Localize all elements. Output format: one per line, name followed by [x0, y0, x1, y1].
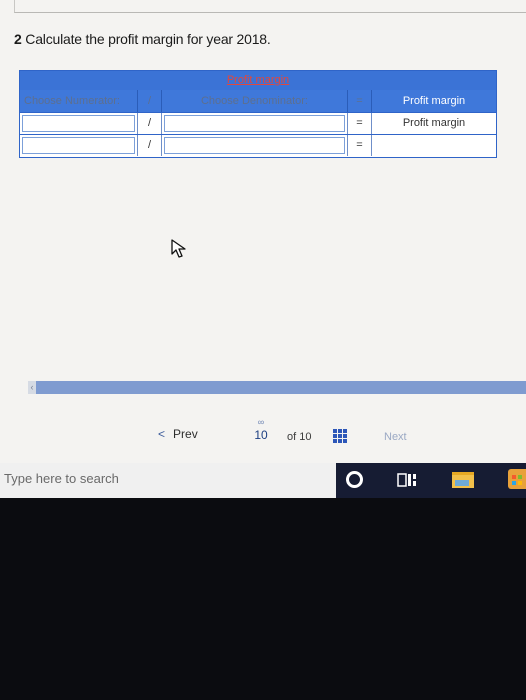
top-frame — [14, 0, 526, 13]
numerator-input[interactable] — [22, 115, 135, 132]
current-page-number: 10 — [254, 428, 268, 442]
store-icon[interactable] — [508, 469, 526, 489]
denominator-input[interactable] — [164, 115, 345, 132]
cursor-arrow-icon — [171, 239, 186, 258]
table-title-link[interactable]: Profit margin — [227, 74, 289, 86]
numerator-input[interactable] — [22, 137, 135, 154]
file-explorer-icon[interactable] — [452, 472, 474, 488]
table-row: / = Profit margin — [20, 112, 496, 135]
table-header-row: Choose Numerator: / Choose Denominator: … — [20, 90, 496, 112]
chevron-left-icon: < — [158, 427, 166, 441]
task-view-icon[interactable] — [397, 471, 417, 489]
prev-button[interactable]: < Prev — [158, 427, 198, 441]
result-input[interactable] — [372, 135, 496, 156]
denominator-header: Choose Denominator: — [162, 90, 348, 112]
result-header: Profit margin — [402, 95, 466, 107]
assignment-page: 2 Calculate the profit margin for year 2… — [0, 0, 526, 463]
windows-taskbar: Type here to search — [0, 463, 526, 498]
prev-label: Prev — [173, 427, 198, 441]
numerator-header: Choose Numerator: — [20, 90, 138, 112]
divide-sign: / — [138, 113, 162, 134]
cortana-icon[interactable] — [346, 471, 363, 488]
profit-margin-table: Profit margin Choose Numerator: / Choose… — [19, 70, 497, 158]
table-title: Profit margin — [20, 71, 496, 90]
horizontal-scrollbar[interactable] — [28, 381, 526, 394]
grid-icon[interactable] — [333, 429, 347, 443]
monitor-bezel — [0, 498, 526, 700]
result-label: Profit margin — [402, 117, 466, 129]
page-total: of 10 — [287, 431, 312, 443]
pagination: < Prev ∞ 10 of 10 Next — [0, 417, 526, 450]
denominator-input[interactable] — [164, 137, 345, 154]
taskbar-search-input[interactable]: Type here to search — [0, 463, 336, 498]
table-row: / = — [20, 134, 496, 157]
next-button[interactable]: Next — [384, 431, 407, 443]
divide-header: / — [138, 90, 162, 112]
denominator-cell — [162, 113, 348, 134]
link-icon: ∞ — [257, 417, 265, 427]
denominator-cell — [162, 135, 348, 156]
numerator-cell — [20, 135, 138, 156]
numerator-cell — [20, 113, 138, 134]
question-prompt: 2 Calculate the profit margin for year 2… — [14, 31, 271, 47]
question-number: 2 — [14, 31, 22, 47]
divide-sign: / — [138, 135, 162, 156]
scroll-left-arrow[interactable]: ‹ — [28, 381, 36, 394]
current-page[interactable]: ∞ 10 — [251, 417, 271, 443]
equals-sign: = — [348, 135, 372, 156]
question-text: Calculate the profit margin for year 201… — [25, 31, 271, 47]
equals-header: = — [348, 90, 372, 112]
equals-sign: = — [348, 113, 372, 134]
